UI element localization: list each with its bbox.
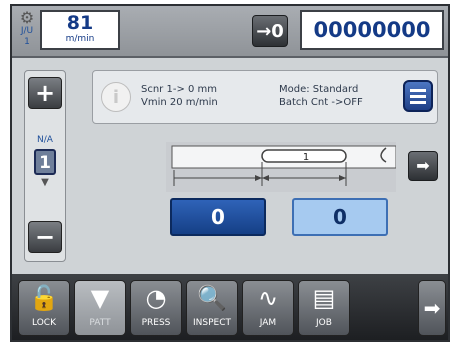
tab-jam[interactable]: ∿ JAM bbox=[242, 280, 294, 336]
pattern-selector: + N/A 1 ▼ − bbox=[24, 70, 66, 262]
magnifier-icon: 🔍 bbox=[197, 284, 227, 312]
gear-icon: ⚙ bbox=[19, 8, 35, 27]
hmi-screen: ⚙ J/U 1 81 m/min →0 00000000 + N/A 1 ▼ −… bbox=[10, 4, 450, 342]
increment-button[interactable]: + bbox=[28, 77, 62, 109]
tab-label: JAM bbox=[259, 318, 277, 328]
tab-inspect[interactable]: 🔍 INSPECT bbox=[186, 280, 238, 336]
reset-counter-button[interactable]: →0 bbox=[252, 15, 288, 47]
gear-indicator: ⚙ J/U 1 bbox=[16, 10, 38, 50]
pattern-number[interactable]: 1 bbox=[34, 149, 56, 175]
status-bar: ⚙ J/U 1 81 m/min →0 00000000 bbox=[12, 6, 448, 58]
tab-label: PATT bbox=[89, 318, 111, 328]
pattern-diagram: 1 bbox=[166, 142, 396, 192]
speed-display: 81 m/min bbox=[40, 10, 120, 50]
cabinet-icon: ▤ bbox=[312, 284, 336, 312]
tab-label: INSPECT bbox=[193, 318, 231, 328]
length-value-field[interactable]: 0 bbox=[292, 198, 388, 236]
position-value-field[interactable]: 0 bbox=[170, 198, 266, 236]
info-panel: i Scnr 1-> 0 mm Vmin 20 m/min Mode: Stan… bbox=[92, 70, 438, 124]
speed-value: 81 bbox=[66, 12, 94, 34]
gear-line1: J/U bbox=[20, 26, 34, 36]
vmin-text: Vmin 20 m/min bbox=[141, 97, 218, 108]
tab-job[interactable]: ▤ JOB bbox=[298, 280, 350, 336]
scanner-text: Scnr 1-> 0 mm bbox=[141, 84, 218, 95]
pattern-status-label: N/A bbox=[37, 135, 53, 145]
bottom-tab-bar: 🔓 LOCK ▼ PATT ◔ PRESS 🔍 INSPECT ∿ JAM ▤ … bbox=[12, 274, 448, 340]
wave-icon: ∿ bbox=[257, 284, 279, 312]
mode-text: Mode: Standard bbox=[279, 84, 359, 95]
menu-button[interactable] bbox=[403, 80, 433, 112]
down-arrow-icon: ▼ bbox=[41, 177, 49, 188]
tab-patt[interactable]: ▼ PATT bbox=[74, 280, 126, 336]
counter-display: 00000000 bbox=[300, 10, 444, 50]
more-tabs-arrow[interactable]: ➡ bbox=[418, 280, 446, 336]
tab-label: LOCK bbox=[32, 318, 56, 328]
tab-label: JOB bbox=[316, 318, 332, 328]
gauge-icon: ◔ bbox=[145, 284, 167, 312]
tab-press[interactable]: ◔ PRESS bbox=[130, 280, 182, 336]
glue-nozzle-icon: ▼ bbox=[90, 284, 110, 312]
tab-label: PRESS bbox=[141, 318, 171, 328]
gear-line2: 1 bbox=[24, 37, 30, 47]
tab-lock[interactable]: 🔓 LOCK bbox=[18, 280, 70, 336]
menu-icon bbox=[410, 89, 426, 92]
next-arrow-button[interactable]: ➡ bbox=[408, 151, 438, 181]
info-icon: i bbox=[101, 82, 131, 112]
speed-unit: m/min bbox=[65, 34, 95, 44]
batch-count-text: Batch Cnt ->OFF bbox=[279, 97, 363, 108]
lock-icon: 🔓 bbox=[29, 284, 59, 312]
segment-label: 1 bbox=[303, 152, 309, 163]
decrement-button[interactable]: − bbox=[28, 221, 62, 253]
